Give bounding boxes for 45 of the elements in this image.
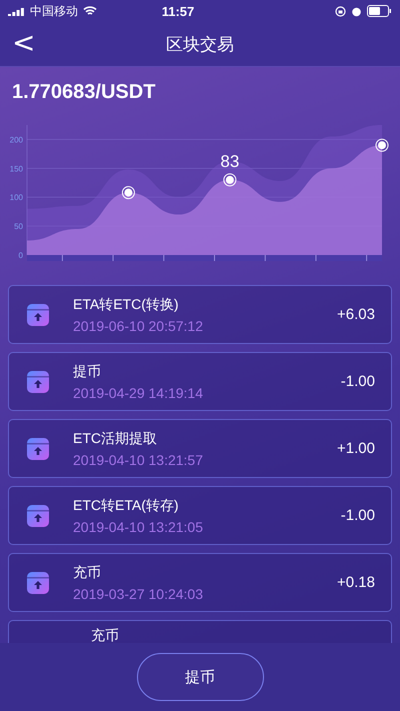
record-time: 2019-04-10 13:21:57 [73, 452, 204, 468]
record-card[interactable]: 提币 2019-04-29 14:19:14 -1.00 [8, 352, 392, 411]
clock-time: 11:57 [162, 4, 194, 18]
back-button[interactable]: < [6, 28, 42, 58]
upload-box-icon [27, 438, 49, 460]
axis-label: 100 [10, 193, 23, 202]
record-amount: -1.00 [340, 373, 375, 390]
record-title: 充币 [73, 564, 102, 582]
record-amount: +6.03 [337, 306, 375, 323]
data-point [122, 186, 135, 200]
upload-box-icon [27, 304, 49, 326]
record-title: ETC转ETA(转存) [73, 496, 180, 514]
record-card[interactable]: 充币 2019-03-27 10:24:03 +0.18 [8, 553, 392, 612]
record-amount: +0.18 [337, 574, 375, 591]
carrier-name: 中国移动 [30, 2, 78, 20]
wifi-icon [83, 6, 97, 16]
record-amount: +1.00 [337, 440, 375, 457]
record-card[interactable]: ETC活期提取 2019-04-10 13:21:57 +1.00 [8, 419, 392, 478]
record-time: 2019-04-29 14:19:14 [73, 384, 204, 400]
record-title: ETC活期提取 [73, 430, 158, 448]
record-title: ETA转ETC(转换) [73, 296, 180, 314]
record-card[interactable]: ETA转ETC(转换) 2019-06-10 20:57:12 +6.03 [8, 285, 392, 344]
page-title: 区块交易 [166, 34, 234, 56]
withdraw-button[interactable]: 提币 [136, 653, 264, 701]
record-time: 2019-03-27 10:24:03 [73, 586, 204, 602]
record-time: 2019-06-10 20:57:12 [73, 318, 204, 334]
axis-label: 50 [14, 222, 23, 232]
battery-icon [367, 5, 392, 17]
data-label: 83 [220, 152, 240, 171]
record-title: 提币 [73, 362, 102, 380]
axis-label: 150 [10, 164, 23, 174]
axis-label: 200 [10, 135, 23, 144]
record-title: 充币 [91, 627, 120, 643]
record-card[interactable]: ETC转ETA(转存) 2019-04-10 13:21:05 -1.00 [8, 486, 392, 545]
data-point [223, 173, 236, 186]
upload-box-icon [27, 504, 49, 526]
upload-box-icon [27, 572, 49, 594]
record-card[interactable]: 充币 [8, 620, 392, 643]
record-time: 2019-04-10 13:21:05 [73, 518, 204, 534]
upload-box-icon [27, 370, 49, 392]
axis-label: 0 [18, 251, 23, 260]
record-amount: -1.00 [340, 507, 375, 524]
data-point [376, 138, 388, 152]
signal-icon [8, 6, 25, 16]
price-value: 1.770683/USDT [11, 80, 156, 105]
